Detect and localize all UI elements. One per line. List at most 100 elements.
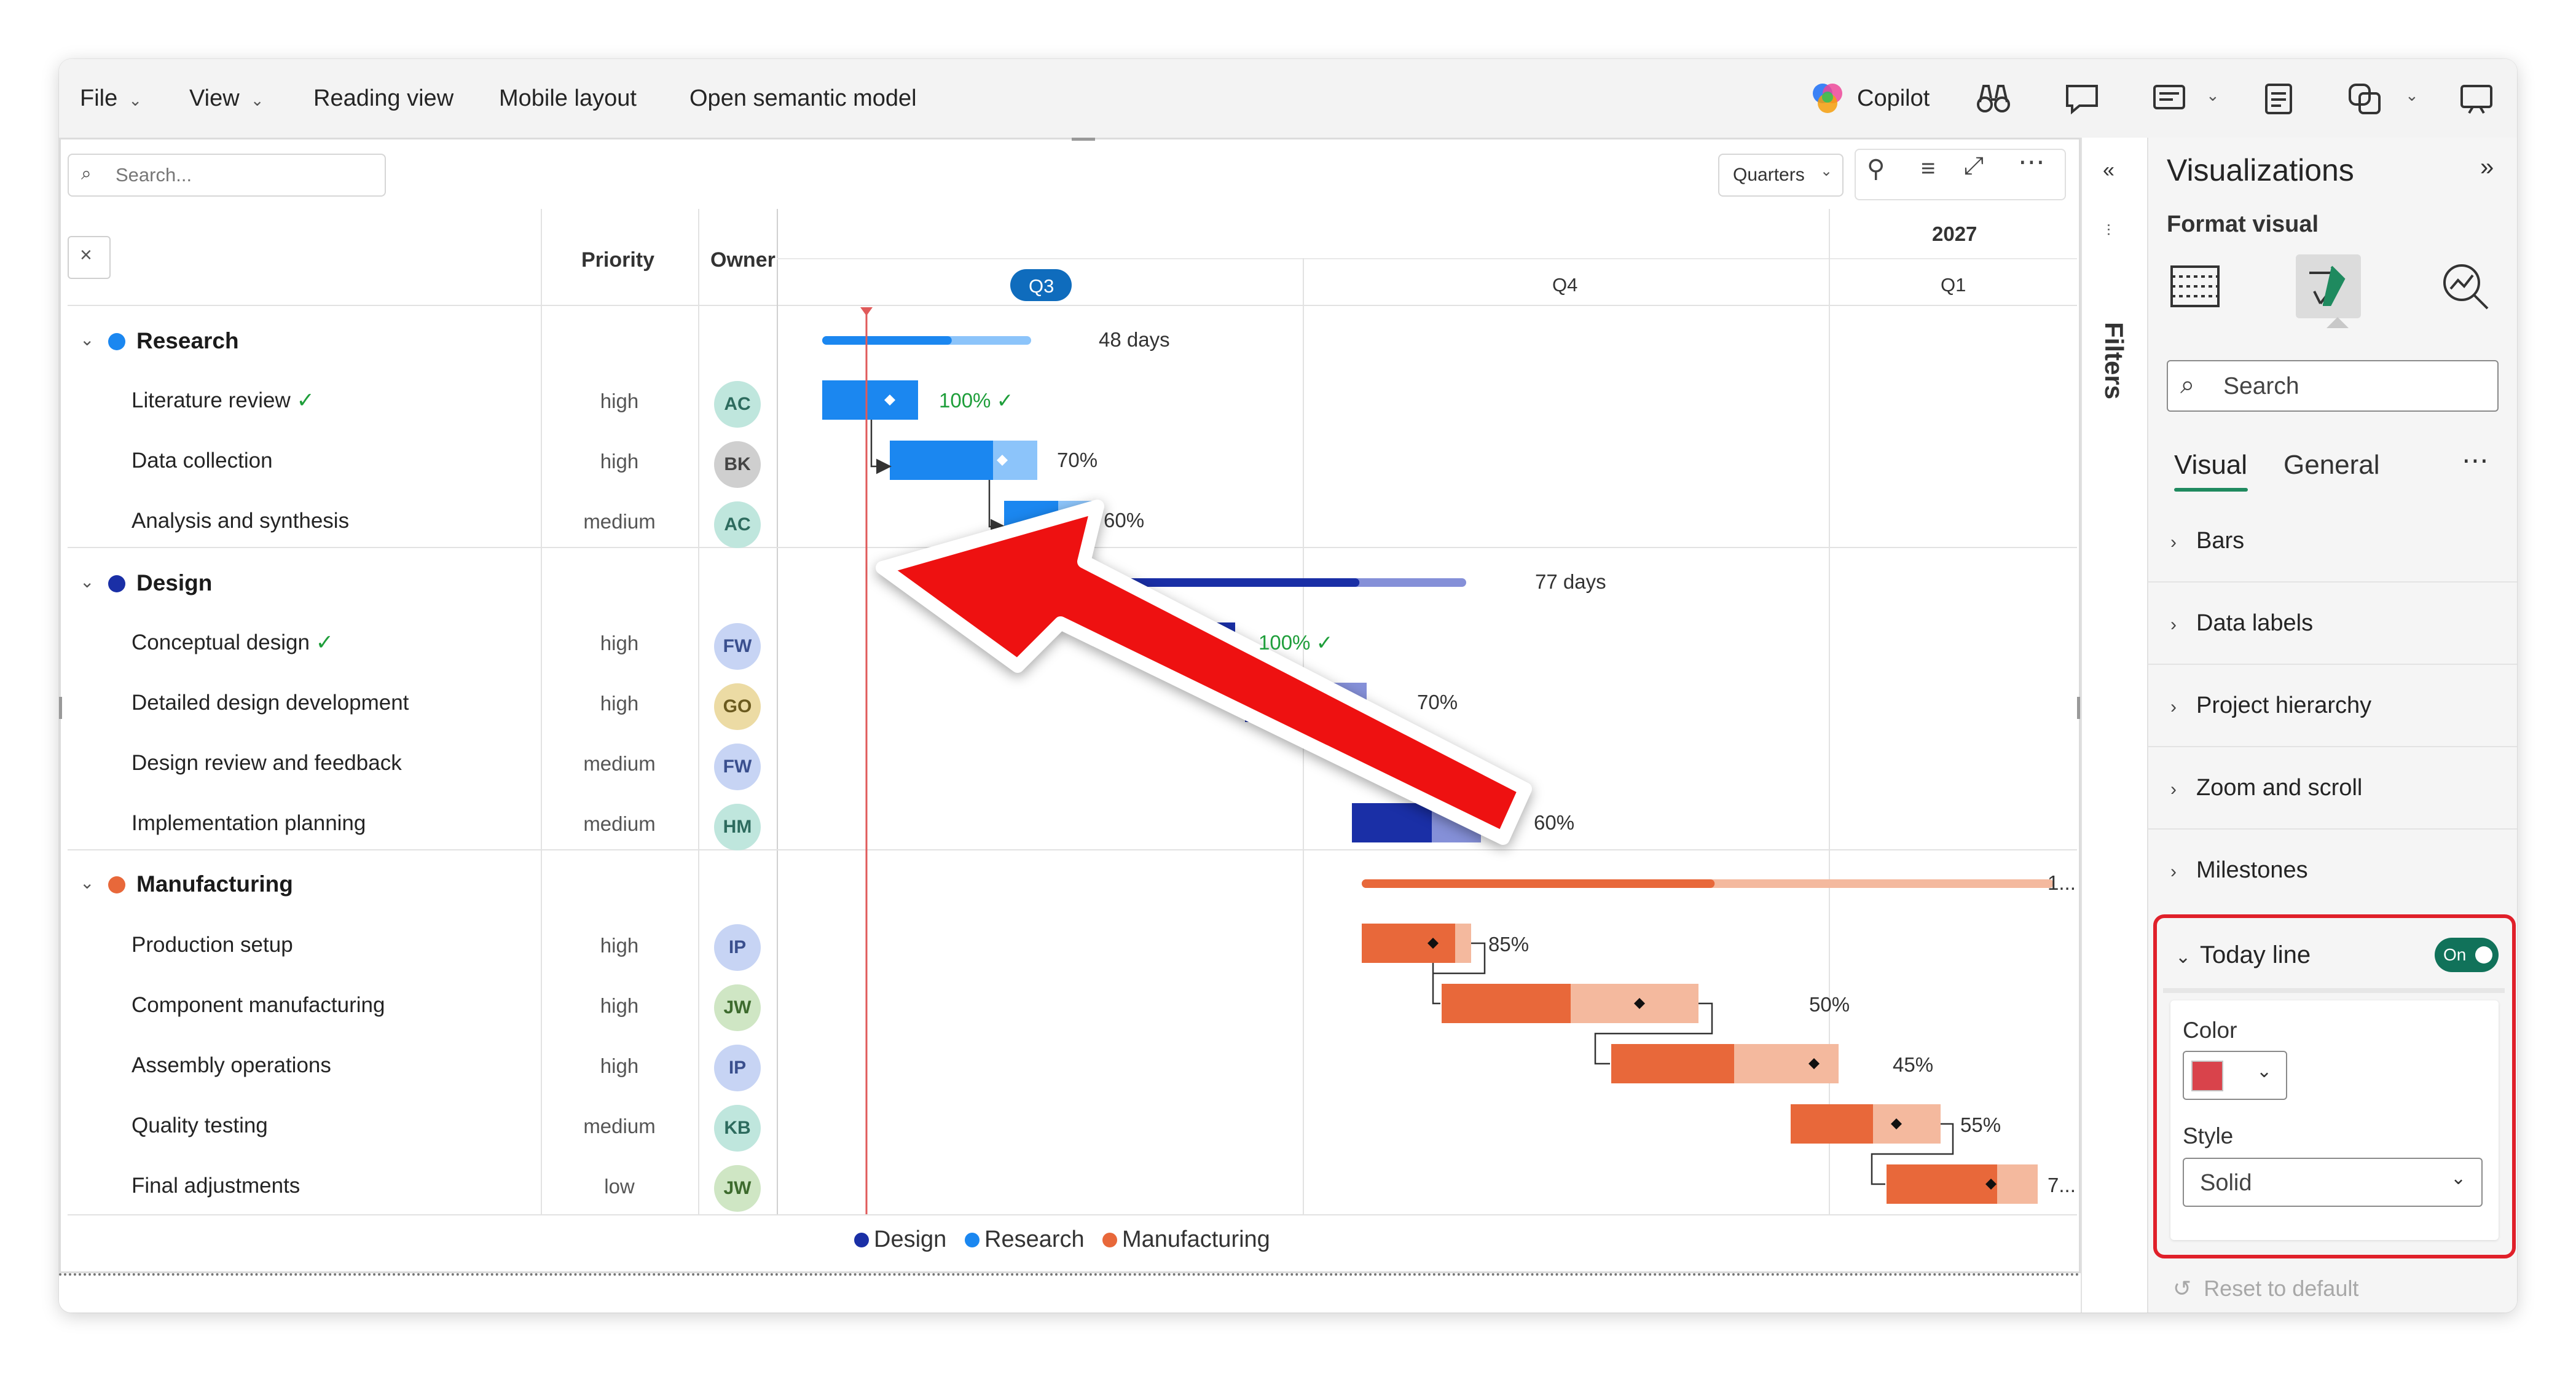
search-placeholder: Search (2223, 373, 2299, 399)
toggle-knob (2475, 946, 2492, 964)
visualizations-pane: Visualizations » Format visual ⌕ Search … (2147, 138, 2517, 1313)
binoculars-icon[interactable] (1973, 77, 2014, 119)
reading-view-button[interactable]: Reading view (313, 59, 454, 138)
task-bar-data-collection[interactable] (890, 441, 1037, 480)
chevron-right-icon: › (2170, 862, 2177, 882)
legend-item-manufacturing[interactable]: Manufacturing (1102, 1227, 1270, 1253)
color-swatch (2191, 1061, 2223, 1091)
file-menu[interactable]: File ⌄ (80, 59, 142, 138)
section-milestones[interactable]: › Milestones (2148, 830, 2517, 911)
view-label: View (189, 85, 240, 111)
progress-label: 100% ✓ (1259, 630, 1333, 654)
progress-value: 100% (1259, 631, 1311, 654)
chevron-down-icon: ⌄ (2256, 1061, 2272, 1082)
task-bar-literature-review[interactable] (822, 380, 918, 420)
present-icon[interactable] (2456, 77, 2497, 119)
file-label: File (80, 85, 118, 111)
summary-progress (822, 336, 952, 345)
color-picker[interactable]: ⌄ (2183, 1051, 2287, 1100)
style-dropdown[interactable]: Solid ⌄ (2183, 1158, 2483, 1207)
chevron-down-icon[interactable]: ⌄ (2175, 946, 2191, 968)
today-line-section-title[interactable]: Today line (2200, 941, 2311, 969)
summary-progress (1362, 879, 1715, 888)
subscribe-icon[interactable] (2148, 77, 2190, 119)
task-bar-final-adjustments[interactable] (1887, 1164, 2038, 1204)
section-data-labels[interactable]: › Data labels (2148, 583, 2517, 665)
notes-icon[interactable] (2258, 77, 2299, 119)
toggle-label: On (2443, 945, 2467, 964)
section-label: Data labels (2196, 610, 2314, 636)
legend-label: Research (984, 1227, 1085, 1252)
chevron-down-icon: ⌄ (250, 91, 264, 109)
mobile-layout-button[interactable]: Mobile layout (499, 59, 637, 138)
progress-label: 70% (1417, 691, 1458, 713)
progress-label: 70% (1057, 449, 1098, 471)
filter-pane-icon: ⫶ (2107, 221, 2111, 240)
task-bar-component-manufacturing[interactable] (1442, 984, 1698, 1023)
group-summary-bar-research[interactable] (822, 336, 1031, 345)
today-line-toggle[interactable]: On (2435, 938, 2499, 972)
copilot-icon[interactable] (1807, 77, 1848, 119)
section-project-hierarchy[interactable]: › Project hierarchy (2148, 665, 2517, 747)
visual-bottom-border (59, 1273, 2081, 1276)
color-label: Color (2183, 1018, 2237, 1043)
dependency-connector (1432, 963, 1440, 1005)
copilot-button[interactable]: Copilot (1857, 59, 1930, 138)
section-label: Zoom and scroll (2196, 775, 2363, 801)
style-value: Solid (2200, 1170, 2252, 1196)
section-label: Bars (2196, 528, 2245, 554)
chevron-down-icon[interactable]: ⌄ (2206, 86, 2220, 105)
chevron-down-icon[interactable]: ⌄ (2405, 86, 2419, 105)
annotation-arrow (876, 500, 1532, 845)
progress-value: 100% (939, 389, 991, 412)
tab-visual[interactable]: Visual (2174, 450, 2247, 481)
section-bars[interactable]: › Bars (2148, 500, 2517, 583)
tab-pointer (2327, 317, 2349, 328)
progress-label: 45% (1893, 1053, 1934, 1076)
group-summary-bar-manufacturing[interactable] (1362, 879, 2054, 888)
section-zoom-and-scroll[interactable]: › Zoom and scroll (2148, 747, 2517, 830)
section-label: Project hierarchy (2196, 693, 2372, 718)
tab-general[interactable]: General (2283, 450, 2380, 481)
task-bar-assembly-operations[interactable] (1611, 1044, 1839, 1083)
legend-item-design[interactable]: Design (854, 1227, 946, 1253)
check-icon: ✓ (1316, 631, 1333, 654)
comment-icon[interactable] (2061, 77, 2103, 119)
progress-label: 60% (1104, 509, 1145, 532)
progress-label: 60% (1534, 811, 1575, 834)
task-bar-production-setup[interactable] (1362, 924, 1471, 963)
chevron-right-icon: › (2170, 697, 2177, 717)
format-visual-icon[interactable] (2296, 254, 2361, 318)
progress-label: 85% (1488, 933, 1530, 956)
today-line-marker (860, 307, 873, 316)
collapse-pane-icon[interactable]: » (2480, 154, 2494, 181)
format-search-input[interactable]: ⌕ Search (2167, 360, 2499, 412)
copy-icon[interactable] (2344, 77, 2386, 119)
legend-item-research[interactable]: Research (965, 1227, 1085, 1253)
section-label: Milestones (2196, 857, 2308, 883)
view-menu[interactable]: View ⌄ (189, 59, 264, 138)
reset-label: Reset to default (2204, 1276, 2359, 1301)
task-bar-quality-testing[interactable] (1791, 1104, 1941, 1144)
pane-subtitle: Format visual (2167, 211, 2319, 237)
chevron-down-icon: ⌄ (128, 91, 143, 109)
duration-label: 77 days (1535, 570, 1606, 593)
build-visual-icon[interactable] (2167, 258, 2223, 315)
duration-label: 48 days (1099, 328, 1170, 351)
progress-label: 7... (2048, 1174, 2076, 1196)
search-icon: ⌕ (2180, 370, 2195, 399)
more-options-icon[interactable]: ⋯ (2462, 445, 2489, 476)
legend-label: Manufacturing (1122, 1227, 1270, 1252)
chevron-right-icon: › (2170, 614, 2177, 635)
report-canvas: ⌕ Search... Quarters ⌄ ⚲ ≡ ⤢ ⋯ × Priorit… (59, 138, 2081, 1313)
dependency-connector (988, 480, 1006, 535)
section-separator (2163, 988, 2505, 993)
expand-filters-icon[interactable]: « (2103, 159, 2115, 183)
analytics-icon[interactable] (2437, 258, 2494, 315)
progress-label: 50% (1809, 993, 1850, 1016)
open-semantic-model-button[interactable]: Open semantic model (689, 59, 917, 138)
dependency-connector (870, 420, 892, 474)
progress-label: 100% ✓ (939, 388, 1013, 412)
reset-to-default-button[interactable]: ↺ Reset to default (2173, 1276, 2358, 1301)
filters-pane[interactable]: « ⫶ Filters (2081, 138, 2148, 1313)
